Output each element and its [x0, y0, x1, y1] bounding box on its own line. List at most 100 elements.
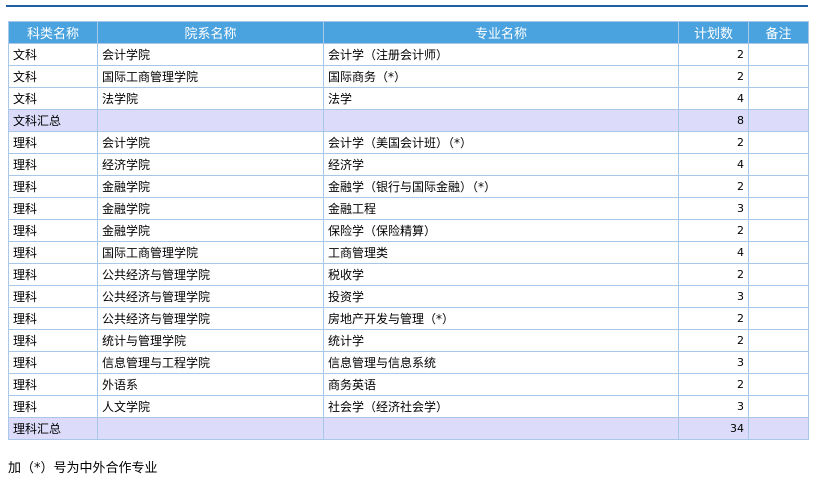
cell-plan-count: 4	[678, 241, 749, 264]
cell-plan-count: 4	[678, 87, 749, 110]
cell-plan-count: 2	[678, 131, 749, 154]
cell-category: 理科	[8, 175, 98, 198]
table-row: 理科 金融学院 保险学（保险精算） 2	[8, 219, 809, 242]
cell-category: 文科	[8, 65, 98, 88]
cell-school: 公共经济与管理学院	[97, 307, 324, 330]
cell-category: 理科	[8, 351, 98, 374]
cell-category: 理科	[8, 241, 98, 264]
cell-major: 工商管理类	[323, 241, 679, 264]
table-row: 理科 统计与管理学院 统计学 2	[8, 329, 809, 352]
cell-major: 社会学（经济社会学）	[323, 395, 679, 418]
table-row: 文科 会计学院 会计学（注册会计师） 2	[8, 43, 809, 66]
table-row: 理科 经济学院 经济学 4	[8, 153, 809, 176]
cell-plan-count: 2	[678, 329, 749, 352]
table-row: 理科 金融学院 金融工程 3	[8, 197, 809, 220]
table-row: 理科 金融学院 金融学（银行与国际金融）（*） 2	[8, 175, 809, 198]
cell-note	[748, 131, 809, 154]
cell-note	[748, 153, 809, 176]
cell-plan-count: 4	[678, 153, 749, 176]
cell-major: 法学	[323, 87, 679, 110]
cell-school: 经济学院	[97, 153, 324, 176]
cell-note	[748, 65, 809, 88]
cell-category: 文科	[8, 43, 98, 66]
cell-school	[97, 417, 324, 440]
cell-category: 理科	[8, 307, 98, 330]
cell-category: 理科	[8, 219, 98, 242]
cell-category: 理科汇总	[8, 417, 98, 440]
cell-category: 理科	[8, 285, 98, 308]
cell-note	[748, 263, 809, 286]
cell-plan-count: 2	[678, 43, 749, 66]
cell-category: 理科	[8, 131, 98, 154]
cell-school: 外语系	[97, 373, 324, 396]
cell-school: 公共经济与管理学院	[97, 285, 324, 308]
cell-major: 国际商务（*）	[323, 65, 679, 88]
cell-plan-count: 2	[678, 65, 749, 88]
cell-category: 理科	[8, 197, 98, 220]
cell-school: 金融学院	[97, 197, 324, 220]
cell-plan-count: 2	[678, 373, 749, 396]
cell-plan-count: 2	[678, 263, 749, 286]
cell-school: 法学院	[97, 87, 324, 110]
summary-row: 文科汇总 8	[8, 109, 809, 132]
table-header-row: 科类名称 院系名称 专业名称 计划数 备注	[8, 21, 809, 44]
cell-major: 税收学	[323, 263, 679, 286]
cell-note	[748, 307, 809, 330]
cell-plan-count: 3	[678, 395, 749, 418]
cell-category: 理科	[8, 263, 98, 286]
cell-major: 保险学（保险精算）	[323, 219, 679, 242]
cell-major	[323, 109, 679, 132]
cell-note	[748, 329, 809, 352]
cell-plan-count: 2	[678, 307, 749, 330]
cell-major	[323, 417, 679, 440]
table-body: 文科 会计学院 会计学（注册会计师） 2 文科 国际工商管理学院 国际商务（*） 2 文科 法学院…	[8, 43, 809, 440]
cell-school: 信息管理与工程学院	[97, 351, 324, 374]
cell-major: 房地产开发与管理（*）	[323, 307, 679, 330]
table-row: 理科 外语系 商务英语 2	[8, 373, 809, 396]
enrollment-plan-table: 科类名称 院系名称 专业名称 计划数 备注 文科 会计学院 会计学（注册会计师） 2 文…	[8, 21, 809, 440]
cell-note	[748, 351, 809, 374]
cell-category: 文科	[8, 87, 98, 110]
cell-category: 文科汇总	[8, 109, 98, 132]
table-row: 文科 国际工商管理学院 国际商务（*） 2	[8, 65, 809, 88]
cell-major: 信息管理与信息系统	[323, 351, 679, 374]
cell-school: 国际工商管理学院	[97, 241, 324, 264]
cell-school: 金融学院	[97, 219, 324, 242]
cell-plan-count: 34	[678, 417, 749, 440]
cell-note	[748, 197, 809, 220]
cell-major: 金融学（银行与国际金融）（*）	[323, 175, 679, 198]
cell-plan-count: 3	[678, 285, 749, 308]
cell-school: 公共经济与管理学院	[97, 263, 324, 286]
table-row: 文科 法学院 法学 4	[8, 87, 809, 110]
cell-school: 国际工商管理学院	[97, 65, 324, 88]
cell-plan-count: 8	[678, 109, 749, 132]
cell-note	[748, 241, 809, 264]
cell-major: 统计学	[323, 329, 679, 352]
cell-school: 金融学院	[97, 175, 324, 198]
cell-note	[748, 395, 809, 418]
cell-note	[748, 109, 809, 132]
cell-major: 投资学	[323, 285, 679, 308]
cell-note	[748, 175, 809, 198]
summary-row: 理科汇总 34	[8, 417, 809, 440]
header-major: 专业名称	[323, 21, 679, 44]
cell-category: 理科	[8, 395, 98, 418]
cell-category: 理科	[8, 329, 98, 352]
cell-school: 人文学院	[97, 395, 324, 418]
table-row: 理科 国际工商管理学院 工商管理类 4	[8, 241, 809, 264]
cell-school: 统计与管理学院	[97, 329, 324, 352]
table-row: 理科 信息管理与工程学院 信息管理与信息系统 3	[8, 351, 809, 374]
table-row: 理科 公共经济与管理学院 投资学 3	[8, 285, 809, 308]
cell-major: 经济学	[323, 153, 679, 176]
cell-major: 商务英语	[323, 373, 679, 396]
cell-note	[748, 87, 809, 110]
cell-major: 会计学（注册会计师）	[323, 43, 679, 66]
cell-category: 理科	[8, 373, 98, 396]
cell-major: 金融工程	[323, 197, 679, 220]
table-row: 理科 公共经济与管理学院 税收学 2	[8, 263, 809, 286]
top-divider	[6, 5, 808, 7]
cell-school: 会计学院	[97, 131, 324, 154]
header-school: 院系名称	[97, 21, 324, 44]
cell-note	[748, 219, 809, 242]
cell-category: 理科	[8, 153, 98, 176]
